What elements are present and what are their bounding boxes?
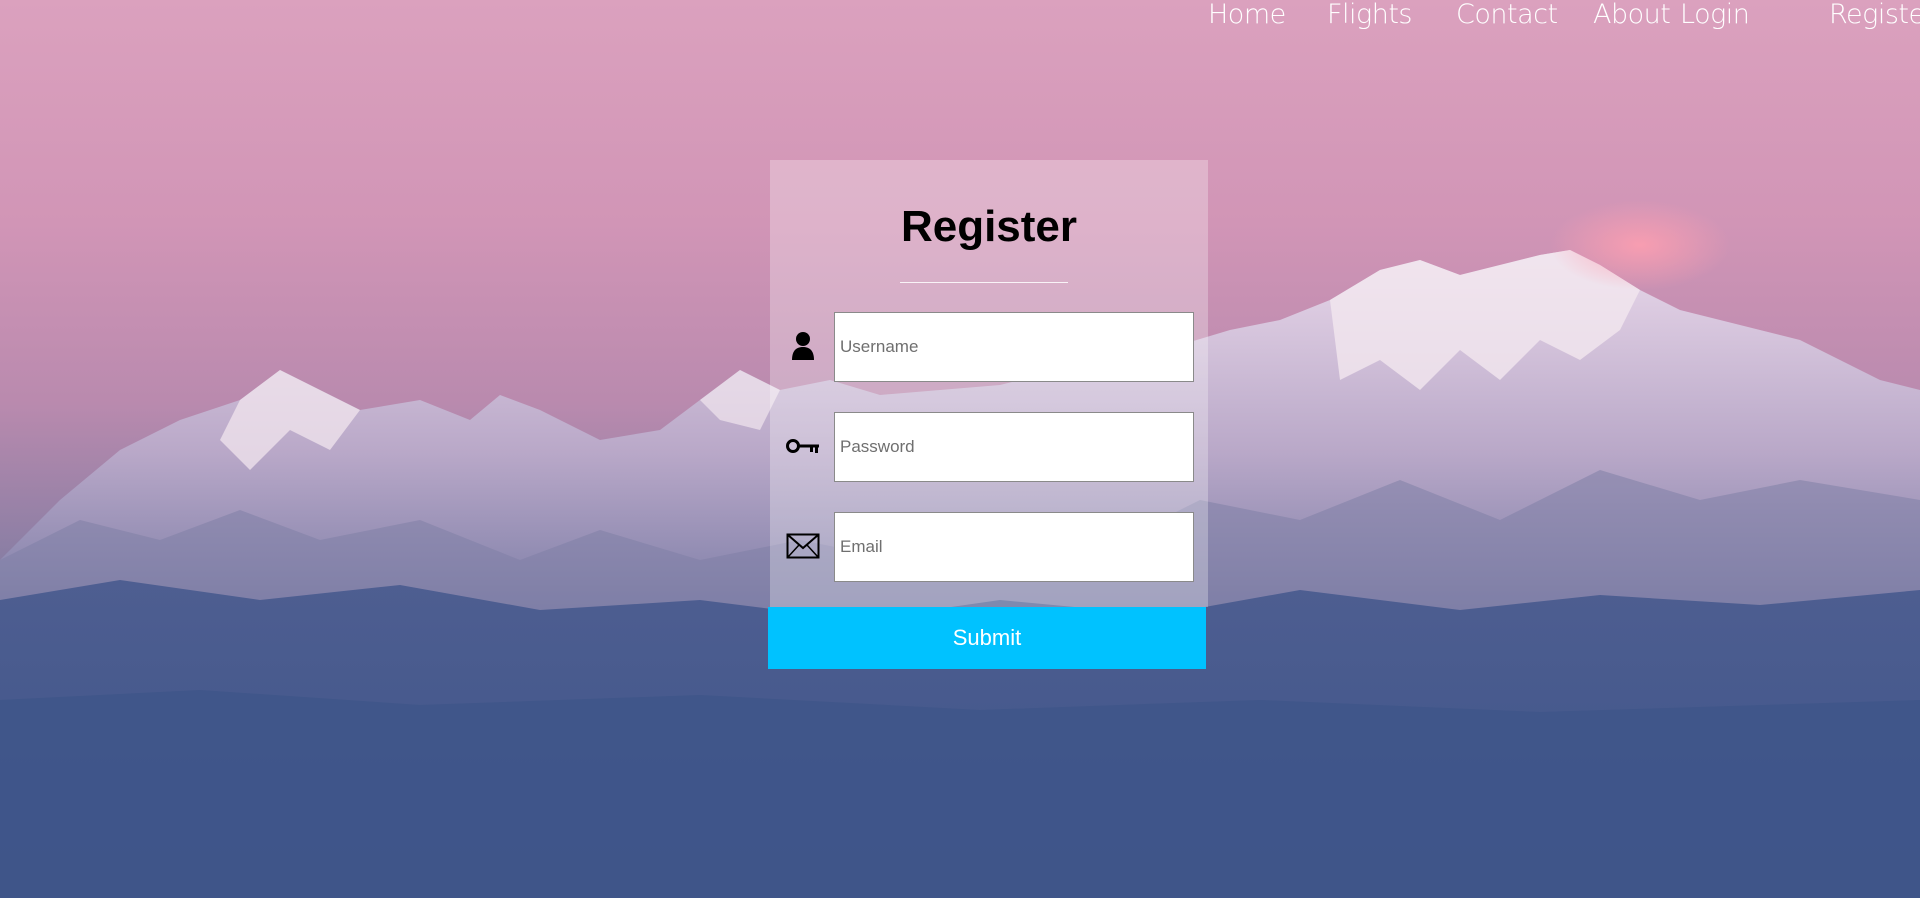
password-input[interactable]	[834, 412, 1194, 482]
key-icon	[784, 426, 822, 466]
nav-link-flights[interactable]: Flights	[1327, 0, 1413, 30]
email-row	[770, 512, 1208, 582]
register-form: Register Username Email Submit	[768, 160, 1208, 669]
nav-link-home[interactable]: Home	[1208, 0, 1286, 30]
username-row	[770, 312, 1208, 382]
email-input[interactable]	[834, 512, 1194, 582]
envelope-icon	[784, 526, 822, 566]
title-divider	[900, 282, 1068, 283]
hero-background: Home Flights Contact About Login Registe…	[0, 0, 1920, 898]
user-icon	[784, 326, 822, 366]
nav-link-about[interactable]: About	[1593, 0, 1671, 30]
submit-button[interactable]: Submit	[768, 607, 1206, 669]
top-navigation: Home Flights Contact About Login Registe…	[1180, 0, 1920, 34]
nav-link-contact[interactable]: Contact	[1456, 0, 1558, 30]
nav-link-login[interactable]: Login	[1680, 0, 1750, 30]
username-input[interactable]	[834, 312, 1194, 382]
password-row	[770, 412, 1208, 482]
nav-link-register[interactable]: Register	[1829, 0, 1920, 30]
form-title: Register	[900, 202, 1078, 251]
